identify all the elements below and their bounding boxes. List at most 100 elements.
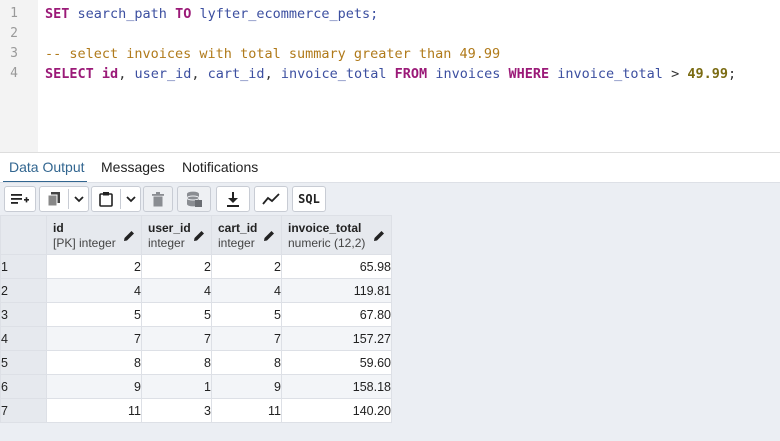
result-grid: id [PK] integer user_id integer cart_id …	[0, 215, 392, 423]
chevron-down-icon[interactable]	[74, 196, 84, 203]
cell-invoice-total[interactable]: 119.81	[281, 278, 392, 303]
table-row[interactable]: 3 5 5 5 67.80	[0, 302, 392, 327]
cell-user-id[interactable]: 4	[141, 278, 212, 303]
cell-invoice-total[interactable]: 140.20	[281, 398, 392, 423]
punctuation: ,	[191, 66, 200, 82]
save-data-button[interactable]	[177, 186, 211, 212]
column-name: invoice_total	[280, 66, 387, 82]
identifier: search_path	[77, 6, 167, 22]
line-number: 3	[10, 46, 18, 61]
column-header-invoice-total[interactable]: invoice_total numeric (12,2)	[281, 215, 392, 255]
row-number[interactable]: 2	[0, 278, 47, 303]
cell-user-id[interactable]: 3	[141, 398, 212, 423]
tab-messages[interactable]: Messages	[101, 159, 165, 175]
sql-button[interactable]: SQL	[292, 186, 326, 212]
line-number: 4	[10, 66, 18, 81]
pencil-icon[interactable]	[123, 230, 135, 242]
pencil-icon[interactable]	[263, 230, 275, 242]
comment: -- select invoices with total summary gr…	[45, 46, 501, 62]
line-number: 1	[10, 6, 18, 21]
table-row[interactable]: 2 4 4 4 119.81	[0, 278, 392, 303]
cell-user-id[interactable]: 2	[141, 254, 212, 279]
keyword: TO	[175, 6, 192, 22]
cell-cart-id[interactable]: 8	[211, 350, 282, 375]
sql-editor[interactable]: 1 2 3 4 SET search_path TO lyfter_ecomme…	[0, 0, 780, 152]
cell-id[interactable]: 2	[46, 254, 142, 279]
cell-cart-id[interactable]: 11	[211, 398, 282, 423]
code-line-4[interactable]: SELECT id, user_id, cart_id, invoice_tot…	[45, 64, 736, 84]
column-header-cart-id[interactable]: cart_id integer	[211, 215, 282, 255]
cell-invoice-total[interactable]: 67.80	[281, 302, 392, 327]
cell-cart-id[interactable]: 7	[211, 326, 282, 351]
row-number[interactable]: 6	[0, 374, 47, 399]
line-number-gutter: 1 2 3 4	[0, 0, 38, 152]
cell-id[interactable]: 7	[46, 326, 142, 351]
cell-cart-id[interactable]: 4	[211, 278, 282, 303]
cell-cart-id[interactable]: 5	[211, 302, 282, 327]
line-number: 2	[10, 26, 18, 41]
table-row[interactable]: 7 11 3 11 140.20	[0, 398, 392, 423]
keyword: FROM	[394, 66, 428, 82]
copy-icon	[47, 192, 60, 207]
output-tabs: Data Output Messages Notifications	[0, 152, 780, 183]
copy-button[interactable]	[39, 186, 89, 212]
code-line-1[interactable]: SET search_path TO lyfter_ecommerce_pets…	[45, 4, 378, 24]
row-number[interactable]: 7	[0, 398, 47, 423]
column-name: cart_id	[207, 66, 265, 82]
cell-cart-id[interactable]: 2	[211, 254, 282, 279]
row-number[interactable]: 1	[0, 254, 47, 279]
save-data-icon	[186, 191, 202, 207]
separator	[120, 189, 121, 209]
data-toolbar: SQL	[0, 182, 780, 216]
row-number[interactable]: 4	[0, 326, 47, 351]
tab-notifications[interactable]: Notifications	[182, 159, 258, 175]
cell-invoice-total[interactable]: 157.27	[281, 326, 392, 351]
punctuation: ;	[728, 66, 737, 82]
cell-user-id[interactable]: 1	[141, 374, 212, 399]
grid-corner-cell[interactable]	[0, 215, 47, 255]
pencil-icon[interactable]	[193, 230, 205, 242]
cell-invoice-total[interactable]: 158.18	[281, 374, 392, 399]
download-icon	[227, 192, 239, 207]
cell-cart-id[interactable]: 9	[211, 374, 282, 399]
column-name: invoice_total	[557, 66, 663, 82]
punctuation: ,	[264, 66, 273, 82]
cell-id[interactable]: 11	[46, 398, 142, 423]
pencil-icon[interactable]	[373, 230, 385, 242]
separator	[68, 189, 69, 209]
table-name: invoices	[435, 66, 501, 82]
add-row-icon	[11, 194, 29, 204]
paste-button[interactable]	[91, 186, 141, 212]
cell-id[interactable]: 5	[46, 302, 142, 327]
chevron-down-icon[interactable]	[126, 196, 136, 203]
punctuation: ,	[118, 66, 127, 82]
graph-visualiser-button[interactable]	[254, 186, 288, 212]
cell-user-id[interactable]: 8	[141, 350, 212, 375]
code-line-3[interactable]: -- select invoices with total summary gr…	[45, 44, 500, 64]
graph-icon	[262, 193, 280, 205]
cell-invoice-total[interactable]: 65.98	[281, 254, 392, 279]
table-row[interactable]: 5 8 8 8 59.60	[0, 350, 392, 375]
column-header-id[interactable]: id [PK] integer	[46, 215, 142, 255]
table-row[interactable]: 1 2 2 2 65.98	[0, 254, 392, 279]
cell-invoice-total[interactable]: 59.60	[281, 350, 392, 375]
keyword: WHERE	[508, 66, 550, 82]
row-number[interactable]: 5	[0, 350, 47, 375]
table-row[interactable]: 6 9 1 9 158.18	[0, 374, 392, 399]
download-button[interactable]	[216, 186, 250, 212]
result-grid-area: id [PK] integer user_id integer cart_id …	[0, 215, 780, 441]
cell-id[interactable]: 9	[46, 374, 142, 399]
row-number[interactable]: 3	[0, 302, 47, 327]
column-name: id	[101, 66, 119, 82]
column-name: user_id	[134, 66, 192, 82]
tab-data-output[interactable]: Data Output	[9, 159, 85, 175]
delete-button[interactable]	[143, 186, 173, 212]
table-row[interactable]: 4 7 7 7 157.27	[0, 326, 392, 351]
cell-id[interactable]: 4	[46, 278, 142, 303]
cell-id[interactable]: 8	[46, 350, 142, 375]
cell-user-id[interactable]: 5	[141, 302, 212, 327]
add-row-button[interactable]	[4, 186, 36, 212]
operator: >	[671, 66, 680, 82]
column-header-user-id[interactable]: user_id integer	[141, 215, 212, 255]
cell-user-id[interactable]: 7	[141, 326, 212, 351]
